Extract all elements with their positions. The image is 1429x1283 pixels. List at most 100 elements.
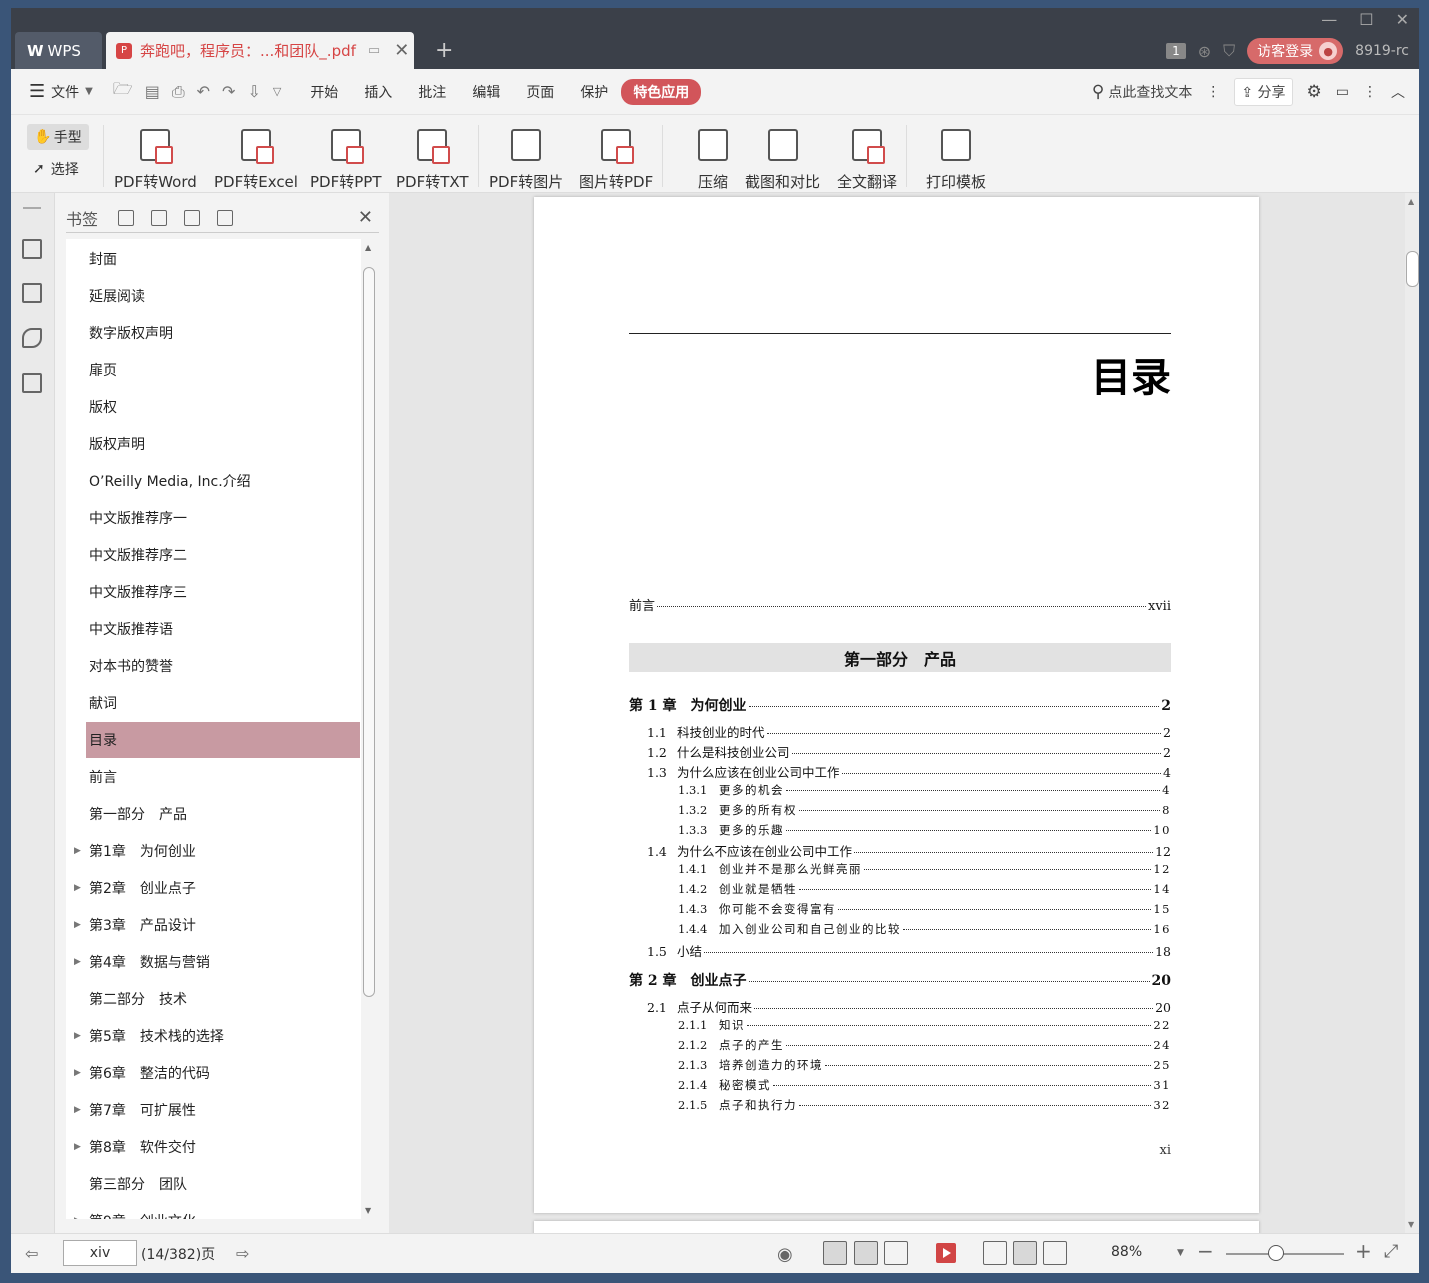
bookmark-item[interactable]: ▶ 第9章 创业文化 bbox=[74, 1203, 360, 1219]
document-viewer[interactable]: 目录 前言 xvii 第一部分 产品 第 1 章为何创业 2 1.1 科技创业的时代 2… bbox=[389, 193, 1419, 1241]
single-page-icon[interactable] bbox=[854, 1241, 878, 1265]
toc-section-entry[interactable]: 2.1.3 培养创造力的环境 25 bbox=[678, 1057, 1171, 1073]
fit-width-icon[interactable] bbox=[1043, 1241, 1067, 1265]
close-window-icon[interactable]: ✕ bbox=[1396, 10, 1409, 29]
hand-tool-button[interactable]: ✋ 手型 bbox=[27, 124, 89, 150]
search-icon[interactable]: ⚲ bbox=[1092, 82, 1104, 102]
toc-section-entry[interactable]: 1.4.3 你可能不会变得富有 15 bbox=[678, 901, 1171, 917]
full-translate-button[interactable]: 全文翻译 bbox=[837, 119, 897, 192]
screenshot-compare-button[interactable]: 截图和对比 bbox=[745, 119, 820, 192]
settings-gear-icon[interactable]: ⚙ bbox=[1307, 82, 1322, 102]
toc-section-entry[interactable]: 1.2 什么是科技创业公司 2 bbox=[647, 742, 1171, 761]
minimize-icon[interactable]: — bbox=[1321, 10, 1337, 29]
expand-all-icon[interactable] bbox=[118, 209, 135, 226]
bookmark-item[interactable]: 扉页 bbox=[86, 352, 360, 388]
zoom-slider[interactable] bbox=[1226, 1253, 1344, 1255]
pdf-to-image-button[interactable]: PDF转图片 bbox=[489, 119, 563, 192]
toc-section-entry[interactable]: 1.3 为什么应该在创业公司中工作 4 bbox=[647, 762, 1171, 781]
zoom-dropdown-icon[interactable]: ▼ bbox=[1177, 1248, 1184, 1258]
print-template-button[interactable]: 打印模板 bbox=[926, 119, 986, 192]
menu-protect[interactable]: 保护 bbox=[567, 82, 621, 102]
document-scroll-thumb[interactable] bbox=[1406, 251, 1419, 287]
bookmark-item[interactable]: 封面 bbox=[86, 241, 360, 277]
redo-icon[interactable]: ↷ bbox=[216, 82, 241, 101]
expand-arrow-icon[interactable]: ▶ bbox=[74, 1105, 81, 1115]
new-tab-button[interactable]: + bbox=[435, 38, 453, 63]
fit-page-icon[interactable] bbox=[1013, 1241, 1037, 1265]
document-tab[interactable]: P 奔跑吧，程序员：...和团队_.pdf ▭ ✕ bbox=[106, 32, 414, 69]
expand-arrow-icon[interactable]: ▶ bbox=[74, 883, 81, 893]
play-slideshow-icon[interactable] bbox=[936, 1243, 956, 1263]
toc-section-entry[interactable]: 2.1 点子从何而来 20 bbox=[647, 997, 1171, 1016]
expand-arrow-icon[interactable]: ▶ bbox=[74, 1068, 81, 1078]
pdf-to-excel-button[interactable]: PDF转Excel bbox=[214, 119, 298, 192]
bookmark-item[interactable]: ▶ 第2章 创业点子 bbox=[74, 870, 360, 906]
toc-chapter-entry[interactable]: 第 2 章创业点子 20 bbox=[629, 970, 1171, 990]
eye-protection-icon[interactable]: ◉ bbox=[777, 1244, 793, 1265]
toc-section-entry[interactable]: 2.1.5 点子和执行力 32 bbox=[678, 1097, 1171, 1113]
zoom-out-icon[interactable]: − bbox=[1197, 1239, 1214, 1263]
bookmark-item[interactable]: 前言 bbox=[86, 759, 360, 795]
scroll-down-icon[interactable]: ▼ bbox=[1408, 1220, 1414, 1229]
undo-icon[interactable]: ↶ bbox=[191, 82, 216, 101]
pdf-to-word-button[interactable]: PDF转Word bbox=[114, 119, 197, 192]
toc-entry-preface[interactable]: 前言 xvii bbox=[629, 595, 1171, 614]
toc-section-entry[interactable]: 1.3.3 更多的乐趣 10 bbox=[678, 822, 1171, 838]
thumbnail-image-icon[interactable] bbox=[22, 283, 42, 303]
bookmark-item[interactable]: O’Reilly Media, Inc.介绍 bbox=[86, 463, 360, 499]
more-vertical-icon[interactable]: ⋮ bbox=[1206, 84, 1220, 100]
bookmark-item[interactable]: 对本书的赞誉 bbox=[86, 648, 360, 684]
bookmark-item[interactable]: ▶ 第1章 为何创业 bbox=[74, 833, 360, 869]
bookmark-item[interactable]: 献词 bbox=[86, 685, 360, 721]
maximize-icon[interactable]: ☐ bbox=[1359, 10, 1373, 29]
document-scrollbar[interactable]: ▲ ▼ bbox=[1405, 193, 1419, 1233]
toc-section-entry[interactable]: 1.4.1 创业并不是那么光鲜亮丽 12 bbox=[678, 861, 1171, 877]
two-page-icon[interactable] bbox=[884, 1241, 908, 1265]
bookmark-list-icon[interactable] bbox=[22, 239, 42, 259]
toc-section-entry[interactable]: 1.4.2 创业就是牺牲 14 bbox=[678, 881, 1171, 897]
annotation-pen-icon[interactable] bbox=[22, 328, 42, 348]
menu-page[interactable]: 页面 bbox=[513, 82, 567, 102]
zoom-level[interactable]: 88% bbox=[1111, 1244, 1142, 1260]
menu-insert[interactable]: 插入 bbox=[351, 82, 405, 102]
bookmark-item[interactable]: ▶ 第6章 整洁的代码 bbox=[74, 1055, 360, 1091]
more-dropdown-icon[interactable]: ▽ bbox=[267, 85, 287, 98]
open-folder-icon[interactable]: 🗁 bbox=[107, 78, 139, 105]
next-page-icon[interactable]: ⇨ bbox=[236, 1244, 249, 1263]
pdf-to-txt-button[interactable]: PDF转TXT bbox=[396, 119, 469, 192]
expand-arrow-icon[interactable]: ▶ bbox=[74, 957, 81, 967]
share-button[interactable]: ⇪ 分享 bbox=[1234, 78, 1293, 106]
signature-icon[interactable] bbox=[22, 373, 42, 393]
bookmark-item[interactable]: 中文版推荐语 bbox=[86, 611, 360, 647]
toc-section-entry[interactable]: 2.1.2 点子的产生 24 bbox=[678, 1037, 1171, 1053]
bookmark-item[interactable]: 第二部分 技术 bbox=[86, 981, 360, 1017]
toc-section-entry[interactable]: 1.4 为什么不应该在创业公司中工作 12 bbox=[647, 841, 1171, 860]
toc-section-entry[interactable]: 1.1 科技创业的时代 2 bbox=[647, 722, 1171, 741]
zoom-in-icon[interactable]: + bbox=[1355, 1239, 1372, 1263]
toc-section-entry[interactable]: 2.1.4 秘密模式 31 bbox=[678, 1077, 1171, 1093]
pdf-to-ppt-button[interactable]: PDF转PPT bbox=[310, 119, 381, 192]
bookmark-item[interactable]: ▶ 第3章 产品设计 bbox=[74, 907, 360, 943]
print-icon[interactable]: ⎙ bbox=[166, 82, 191, 102]
zoom-slider-knob[interactable] bbox=[1268, 1245, 1284, 1261]
bookmark-item[interactable]: ▶ 第5章 技术栈的选择 bbox=[74, 1018, 360, 1054]
toc-section-entry[interactable]: 2.1.1 知识 22 bbox=[678, 1017, 1171, 1033]
monitor-icon[interactable]: ▭ bbox=[368, 43, 380, 58]
menu-annotate[interactable]: 批注 bbox=[405, 82, 459, 102]
collapse-all-icon[interactable] bbox=[151, 209, 168, 226]
expand-arrow-icon[interactable]: ▶ bbox=[74, 920, 81, 930]
bookmark-item[interactable]: 中文版推荐序一 bbox=[86, 500, 360, 536]
select-tool-button[interactable]: ➚ 选择 bbox=[33, 159, 79, 179]
bookmark-item[interactable]: 中文版推荐序二 bbox=[86, 537, 360, 573]
bookmark-item[interactable]: ▶ 第4章 数据与营销 bbox=[74, 944, 360, 980]
skin-shirt-icon[interactable]: ⛉ bbox=[1223, 41, 1235, 61]
scroll-down-icon[interactable]: ▼ bbox=[365, 1206, 371, 1215]
find-text-button[interactable]: 点此查找文本 bbox=[1108, 82, 1192, 102]
bookmark-item[interactable]: 第三部分 团队 bbox=[86, 1166, 360, 1202]
bookmark-item[interactable]: ▶ 第8章 软件交付 bbox=[74, 1129, 360, 1165]
bookmark-item[interactable]: 延展阅读 bbox=[86, 278, 360, 314]
collapse-ribbon-icon[interactable]: ︿ bbox=[1391, 82, 1405, 102]
menu-start[interactable]: 开始 bbox=[297, 82, 351, 102]
bookmark-item[interactable]: 版权 bbox=[86, 389, 360, 425]
expand-arrow-icon[interactable]: ▶ bbox=[74, 846, 81, 856]
